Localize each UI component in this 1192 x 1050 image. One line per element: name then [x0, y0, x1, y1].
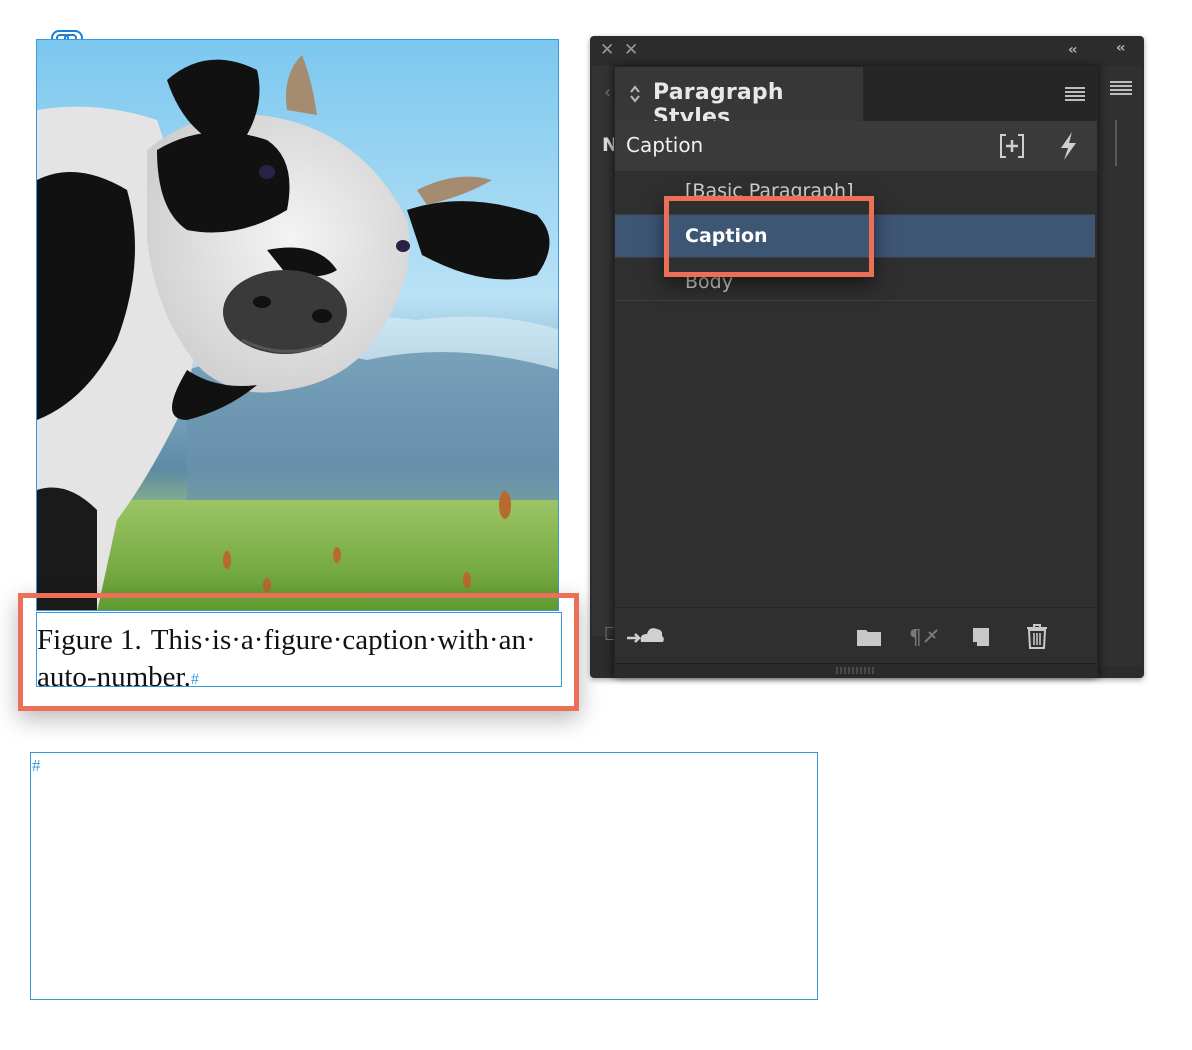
panel-menu-icon[interactable]: [1110, 80, 1132, 96]
create-new-style-icon[interactable]: [969, 622, 995, 650]
cow-photo: [37, 40, 558, 610]
style-list: [Basic Paragraph] Caption Body: [615, 171, 1095, 607]
end-of-story-marker: #: [190, 670, 199, 688]
panel-resize-bar[interactable]: [615, 663, 1097, 678]
current-style-name: Caption: [626, 133, 704, 157]
current-style-bar: Caption: [615, 121, 1097, 172]
panel-footer: ¶: [615, 607, 1097, 664]
right-dock-column: [1098, 66, 1142, 666]
chevron-left-icon: ‹: [604, 82, 612, 103]
paragraph-styles-panel: Paragraph Styles Caption [Basic Paragrap…: [614, 66, 1098, 678]
double-chevron-left-icon[interactable]: ‹‹: [1068, 42, 1077, 58]
double-chevron-left-icon[interactable]: ‹‹: [1116, 40, 1125, 56]
svg-text:¶: ¶: [909, 625, 922, 649]
panel-tab-row: Paragraph Styles: [615, 67, 1097, 130]
trash-icon[interactable]: [1025, 622, 1049, 650]
lightning-icon[interactable]: [1057, 131, 1079, 161]
empty-text-frame[interactable]: #: [30, 752, 818, 1000]
divider: [1115, 120, 1117, 166]
list-item-body[interactable]: Body: [615, 258, 1095, 301]
tab-paragraph-styles[interactable]: Paragraph Styles: [615, 67, 863, 130]
caption-text-frame[interactable]: Figure 1. This·is·a·figure·caption·with·a…: [36, 612, 562, 693]
close-icon[interactable]: ✕: [624, 40, 638, 60]
caption-line-2: auto-number.#: [37, 659, 561, 696]
caption-text-end: auto-number.: [37, 661, 191, 693]
updown-arrows-icon[interactable]: [629, 84, 641, 104]
figure-number: Figure 1.: [37, 624, 142, 656]
dock-title-bar[interactable]: ✕ ✕ ‹‹ ‹‹: [590, 36, 1144, 66]
caption-line-1: Figure 1. This·is·a·figure·caption·with·a…: [37, 622, 561, 659]
list-item-caption[interactable]: Caption: [615, 215, 1095, 258]
new-style-icon[interactable]: [999, 133, 1025, 159]
close-icon[interactable]: ✕: [600, 40, 614, 60]
resize-grip-icon[interactable]: [835, 666, 875, 675]
end-of-story-marker: #: [32, 756, 41, 775]
cc-library-icon[interactable]: [625, 622, 665, 650]
panel-menu-icon[interactable]: [1065, 86, 1085, 102]
cow-image-frame[interactable]: [36, 39, 559, 611]
new-group-folder-icon[interactable]: [855, 622, 883, 650]
caption-text: This·is·a·figure·caption·with·an·: [150, 624, 536, 656]
list-item-basic-paragraph[interactable]: [Basic Paragraph]: [615, 171, 1095, 215]
clear-overrides-icon[interactable]: ¶: [909, 622, 945, 650]
